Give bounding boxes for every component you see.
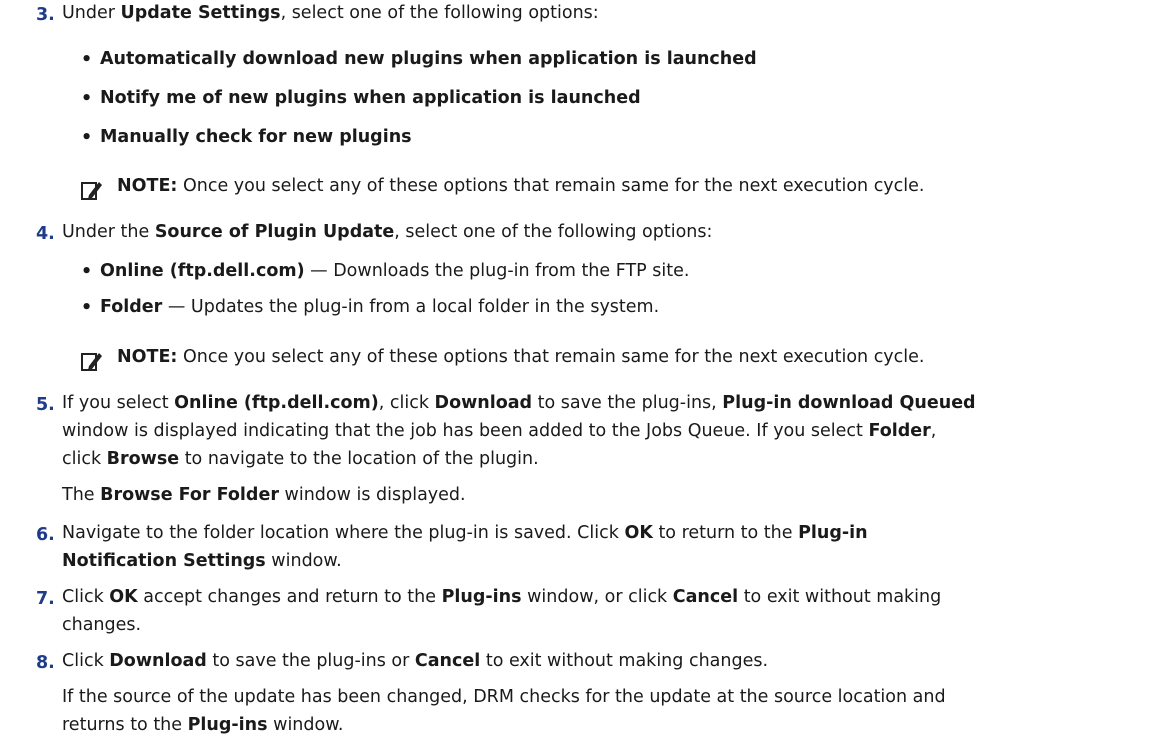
note-label: NOTE: <box>117 176 178 196</box>
bullet-icon: • <box>81 89 93 109</box>
pencil-note-icon <box>81 353 102 371</box>
note-text: Once you select any of these options tha… <box>177 176 925 196</box>
list-item: Manually check for new plugins <box>100 127 412 147</box>
step-number: 5. <box>36 395 55 415</box>
note-text: Once you select any of these options tha… <box>177 347 925 367</box>
step-5-line-2: window is displayed indicating that the … <box>62 421 937 441</box>
step-number: 8. <box>36 653 55 673</box>
step-3-text: Under Update Settings, select one of the… <box>62 3 599 23</box>
step-8-line-1: Click Download to save the plug-ins or C… <box>62 651 769 671</box>
step-number: 6. <box>36 525 55 545</box>
step-6-line-2: Notification Settings window. <box>62 551 342 571</box>
step-7-line-1: Click OK accept changes and return to th… <box>62 587 942 607</box>
note-label: NOTE: <box>117 347 178 367</box>
pencil-note-icon <box>81 182 102 200</box>
step-8-result-line-1: If the source of the update has been cha… <box>62 687 946 707</box>
document-page: 3. Under Update Settings, select one of … <box>0 0 1172 752</box>
list-item: Online (ftp.dell.com) — Downloads the pl… <box>100 261 690 281</box>
step-6-line-1: Navigate to the folder location where th… <box>62 523 868 543</box>
step-number: 3. <box>36 5 55 25</box>
step-7-line-2: changes. <box>62 615 142 635</box>
list-item: Notify me of new plugins when applicatio… <box>100 88 641 108</box>
step-number: 7. <box>36 589 55 609</box>
bullet-icon: • <box>81 298 93 318</box>
step-8-result-line-2: returns to the Plug-ins window. <box>62 715 344 735</box>
step-number: 4. <box>36 224 55 244</box>
bullet-icon: • <box>81 50 93 70</box>
list-item: Folder — Updates the plug-in from a loca… <box>100 297 660 317</box>
step-5-line-1: If you select Online (ftp.dell.com), cli… <box>62 393 976 413</box>
step-5-line-3: click Browse to navigate to the location… <box>62 449 539 469</box>
list-item: Automatically download new plugins when … <box>100 49 757 69</box>
bullet-icon: • <box>81 128 93 148</box>
step-4-text: Under the Source of Plugin Update, selec… <box>62 222 713 242</box>
step-5-result: The Browse For Folder window is displaye… <box>62 485 466 505</box>
bullet-icon: • <box>81 262 93 282</box>
